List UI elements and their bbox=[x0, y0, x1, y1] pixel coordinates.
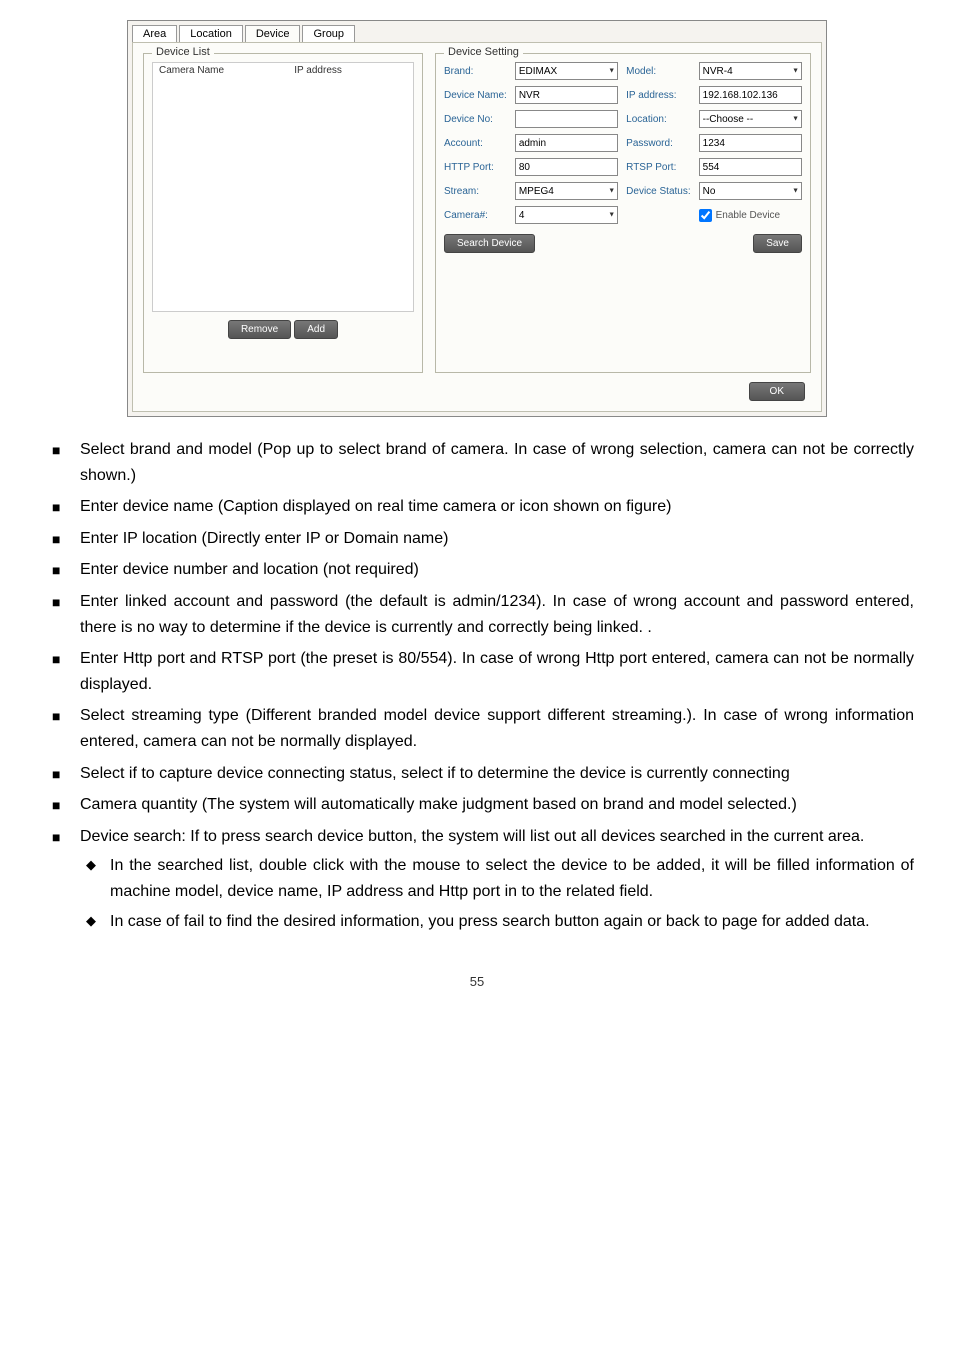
rtspport-label: RTSP Port: bbox=[626, 162, 690, 173]
stream-select[interactable] bbox=[515, 182, 618, 200]
device-list-legend: Device List bbox=[152, 46, 214, 58]
password-label: Password: bbox=[626, 138, 690, 149]
devstatus-label: Device Status: bbox=[626, 186, 690, 197]
bullet-item: Select streaming type (Different branded… bbox=[80, 703, 914, 754]
col-ip-address: IP address bbox=[294, 65, 407, 76]
page-number: 55 bbox=[40, 974, 914, 989]
devstatus-select[interactable] bbox=[699, 182, 802, 200]
enable-device-label: Enable Device bbox=[716, 210, 780, 221]
brand-select[interactable] bbox=[515, 62, 618, 80]
device-list-box[interactable]: Camera Name IP address bbox=[152, 62, 414, 312]
rtspport-input[interactable] bbox=[699, 158, 802, 176]
device-setting-fieldset: Device Setting Brand: Model: Device Name… bbox=[435, 53, 811, 373]
camera-select[interactable] bbox=[515, 206, 618, 224]
ipaddr-label: IP address: bbox=[626, 90, 690, 101]
sub-bullet-item: In the searched list, double click with … bbox=[110, 853, 914, 904]
add-button[interactable]: Add bbox=[294, 320, 338, 339]
instruction-text: Select brand and model (Pop up to select… bbox=[40, 437, 914, 934]
bullet-item: Select if to capture device connecting s… bbox=[80, 761, 914, 787]
sub-bullet-item: In case of fail to find the desired info… bbox=[110, 909, 914, 935]
devno-input[interactable] bbox=[515, 110, 618, 128]
location-label: Location: bbox=[626, 114, 690, 125]
tab-area[interactable]: Area bbox=[132, 25, 177, 42]
bullet-item: Device search: If to press search device… bbox=[80, 824, 914, 934]
device-list-fieldset: Device List Camera Name IP address Remov… bbox=[143, 53, 423, 373]
model-label: Model: bbox=[626, 66, 690, 77]
account-label: Account: bbox=[444, 138, 507, 149]
stream-label: Stream: bbox=[444, 186, 507, 197]
account-input[interactable] bbox=[515, 134, 618, 152]
bullet-item: Select brand and model (Pop up to select… bbox=[80, 437, 914, 488]
bullet-item: Enter linked account and password (the d… bbox=[80, 589, 914, 640]
brand-label: Brand: bbox=[444, 66, 507, 77]
devno-label: Device No: bbox=[444, 114, 507, 125]
search-device-button[interactable]: Search Device bbox=[444, 234, 535, 253]
device-setting-legend: Device Setting bbox=[444, 46, 523, 58]
camera-label: Camera#: bbox=[444, 210, 507, 221]
bullet-item: Enter IP location (Directly enter IP or … bbox=[80, 526, 914, 552]
enable-device-checkbox[interactable] bbox=[699, 209, 712, 222]
bullet-item: Enter device name (Caption displayed on … bbox=[80, 494, 914, 520]
save-button[interactable]: Save bbox=[753, 234, 802, 253]
remove-button[interactable]: Remove bbox=[228, 320, 291, 339]
ok-button[interactable]: OK bbox=[749, 382, 805, 401]
col-camera-name: Camera Name bbox=[159, 65, 294, 76]
location-select[interactable] bbox=[699, 110, 802, 128]
bullet-item: Camera quantity (The system will automat… bbox=[80, 792, 914, 818]
httpport-label: HTTP Port: bbox=[444, 162, 507, 173]
tab-group[interactable]: Group bbox=[302, 25, 355, 42]
bullet-item: Enter Http port and RTSP port (the prese… bbox=[80, 646, 914, 697]
model-select[interactable] bbox=[699, 62, 802, 80]
tab-device[interactable]: Device bbox=[245, 25, 301, 42]
ipaddr-input[interactable] bbox=[699, 86, 802, 104]
tab-location[interactable]: Location bbox=[179, 25, 243, 42]
httpport-input[interactable] bbox=[515, 158, 618, 176]
dialog-screenshot: Area Location Device Group Device List C… bbox=[127, 20, 827, 417]
bullet-item: Enter device number and location (not re… bbox=[80, 557, 914, 583]
password-input[interactable] bbox=[699, 134, 802, 152]
devname-label: Device Name: bbox=[444, 90, 507, 101]
devname-input[interactable] bbox=[515, 86, 618, 104]
